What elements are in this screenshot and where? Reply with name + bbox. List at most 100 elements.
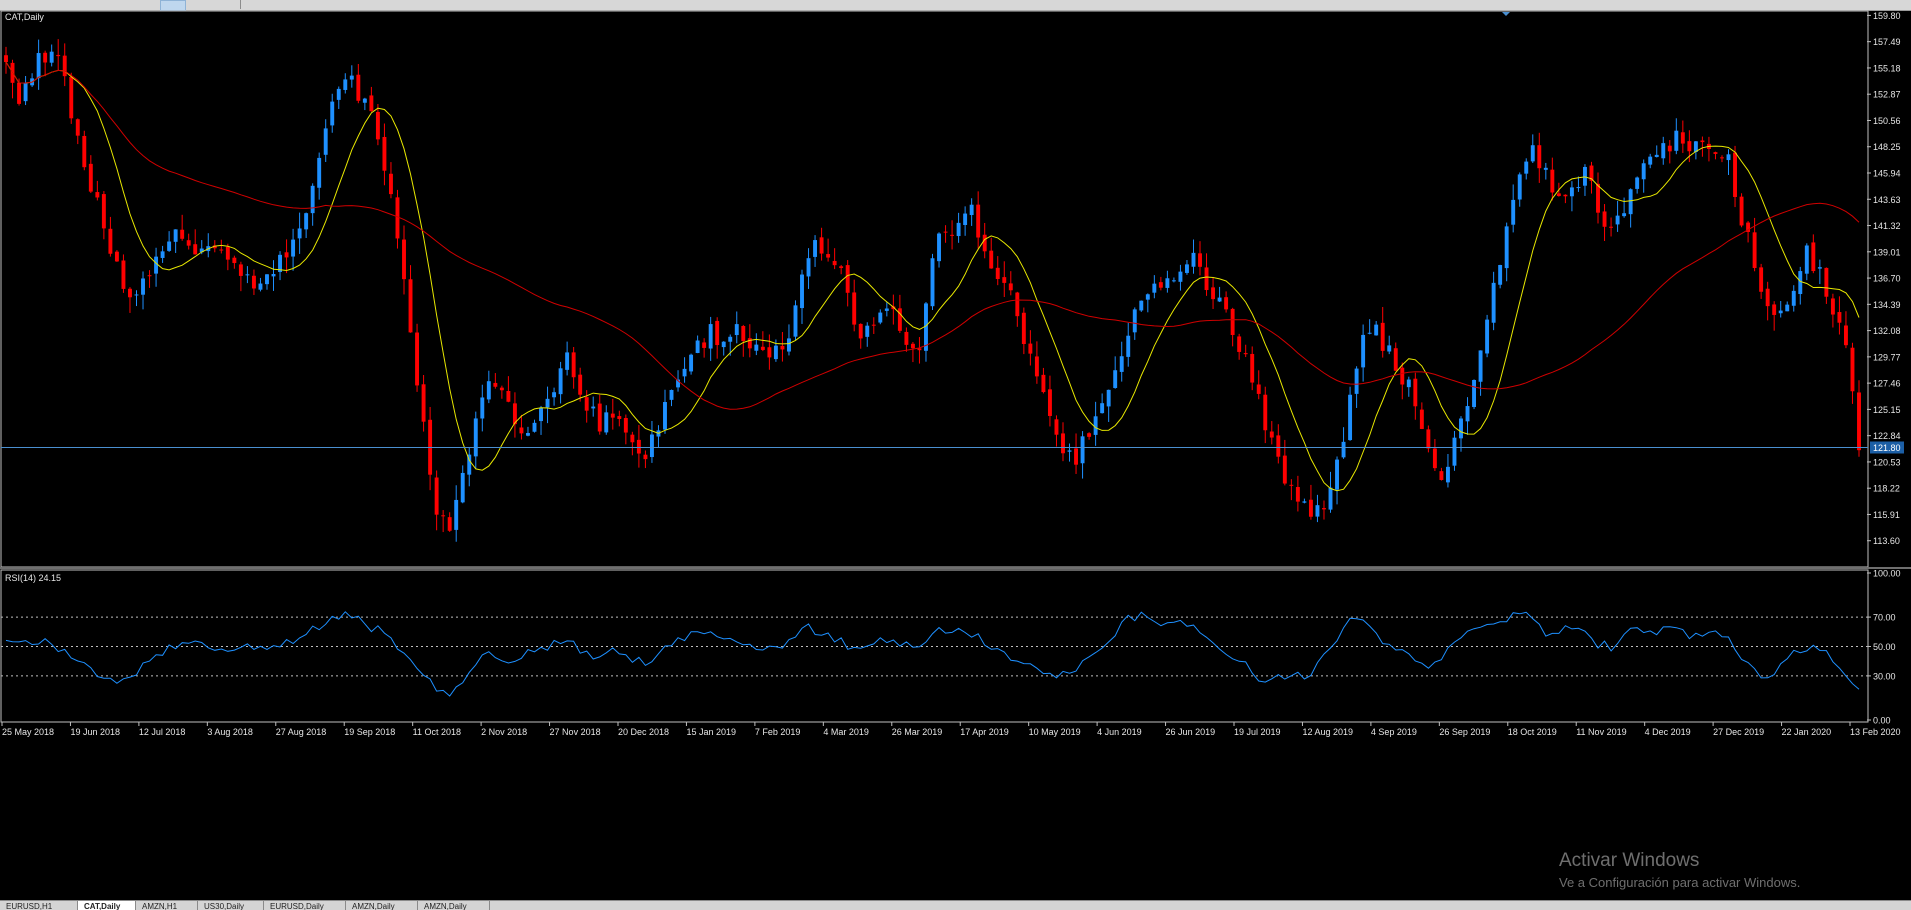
- candle-body[interactable]: [702, 342, 707, 348]
- candle-body[interactable]: [1739, 196, 1744, 226]
- candle-body[interactable]: [1524, 161, 1529, 174]
- candle-body[interactable]: [1798, 271, 1803, 295]
- candle-body[interactable]: [1837, 312, 1842, 323]
- candle-body[interactable]: [1106, 389, 1111, 407]
- candle-body[interactable]: [1380, 322, 1385, 351]
- candle-body[interactable]: [1269, 431, 1274, 438]
- candle-body[interactable]: [460, 472, 465, 503]
- candle-body[interactable]: [1393, 348, 1398, 371]
- chart-shift-marker[interactable]: [1502, 12, 1510, 16]
- candle-body[interactable]: [728, 336, 733, 342]
- candle-body[interactable]: [297, 228, 302, 239]
- candle-body[interactable]: [1367, 332, 1372, 334]
- candle-body[interactable]: [1341, 441, 1346, 458]
- candle-body[interactable]: [1237, 336, 1242, 352]
- candle-body[interactable]: [813, 240, 818, 257]
- candle-body[interactable]: [1778, 310, 1783, 314]
- candle-body[interactable]: [95, 192, 100, 198]
- candle-body[interactable]: [1315, 505, 1320, 517]
- candle-body[interactable]: [806, 258, 811, 277]
- candle-body[interactable]: [108, 228, 113, 254]
- candle-body[interactable]: [1185, 264, 1189, 273]
- candle-body[interactable]: [519, 427, 524, 434]
- candle-body[interactable]: [121, 260, 126, 289]
- candle-body[interactable]: [1041, 374, 1046, 393]
- candle-body[interactable]: [225, 246, 230, 260]
- candle-body[interactable]: [937, 233, 941, 262]
- candle-body[interactable]: [167, 241, 172, 251]
- candle-body[interactable]: [649, 434, 654, 458]
- candle-body[interactable]: [343, 79, 348, 90]
- candle-body[interactable]: [128, 288, 132, 298]
- candle-body[interactable]: [982, 234, 987, 252]
- candle-body[interactable]: [258, 283, 263, 290]
- candle-body[interactable]: [852, 292, 857, 325]
- candle-body[interactable]: [1517, 174, 1522, 200]
- candle-body[interactable]: [1445, 466, 1450, 483]
- candle-body[interactable]: [1654, 154, 1659, 158]
- candle-body[interactable]: [682, 368, 687, 377]
- candle-body[interactable]: [1635, 177, 1640, 189]
- candle-body[interactable]: [871, 324, 876, 326]
- candle-body[interactable]: [232, 257, 237, 264]
- candle-body[interactable]: [800, 274, 804, 309]
- candle-body[interactable]: [1641, 163, 1646, 180]
- candle-body[interactable]: [708, 324, 713, 349]
- candle-body[interactable]: [75, 119, 80, 136]
- candle-body[interactable]: [1759, 267, 1764, 292]
- candle-body[interactable]: [689, 354, 694, 372]
- candle-body[interactable]: [36, 53, 41, 79]
- candle-body[interactable]: [349, 75, 354, 80]
- candle-body[interactable]: [480, 397, 485, 419]
- candle-body[interactable]: [1354, 368, 1359, 394]
- candle-body[interactable]: [741, 326, 746, 342]
- candle-body[interactable]: [552, 392, 557, 398]
- candle-body[interactable]: [1811, 242, 1816, 272]
- candle-body[interactable]: [1857, 392, 1861, 451]
- candle-body[interactable]: [1543, 167, 1548, 170]
- candle-body[interactable]: [610, 413, 615, 418]
- candle-body[interactable]: [539, 407, 543, 422]
- candle-body[interactable]: [1563, 194, 1568, 197]
- candle-body[interactable]: [1459, 418, 1463, 439]
- candle-body[interactable]: [1452, 437, 1457, 466]
- candle-body[interactable]: [760, 346, 765, 350]
- candle-body[interactable]: [643, 454, 648, 460]
- candle-body[interactable]: [238, 264, 243, 276]
- candle-body[interactable]: [793, 305, 798, 337]
- candle-body[interactable]: [950, 234, 955, 236]
- candle-body[interactable]: [1772, 304, 1777, 315]
- candle-body[interactable]: [1276, 435, 1281, 457]
- candle-body[interactable]: [486, 381, 491, 400]
- candle-body[interactable]: [754, 344, 759, 351]
- candle-body[interactable]: [1498, 264, 1503, 285]
- candle-body[interactable]: [721, 341, 726, 348]
- candle-body[interactable]: [265, 274, 269, 285]
- candle-body[interactable]: [845, 265, 850, 293]
- candle-body[interactable]: [271, 273, 276, 277]
- candle-body[interactable]: [1028, 343, 1033, 354]
- candle-body[interactable]: [88, 163, 93, 192]
- candle-body[interactable]: [584, 397, 589, 411]
- candle-body[interactable]: [1419, 409, 1424, 429]
- candle-body[interactable]: [1061, 433, 1065, 454]
- candle-body[interactable]: [160, 251, 165, 258]
- candle-body[interactable]: [1132, 309, 1137, 333]
- candle-body[interactable]: [532, 422, 537, 432]
- candle-body[interactable]: [180, 229, 185, 239]
- candle-body[interactable]: [101, 194, 106, 229]
- candle-body[interactable]: [989, 250, 994, 269]
- candle-body[interactable]: [1204, 267, 1209, 291]
- candle-body[interactable]: [1087, 433, 1092, 437]
- candle-body[interactable]: [1439, 471, 1444, 480]
- candle-body[interactable]: [565, 352, 570, 370]
- candle-body[interactable]: [930, 258, 935, 307]
- candle-body[interactable]: [1569, 187, 1574, 197]
- candle-body[interactable]: [1850, 347, 1855, 392]
- candle-body[interactable]: [1804, 245, 1809, 274]
- candle-body[interactable]: [558, 368, 563, 395]
- candle-body[interactable]: [1622, 213, 1627, 217]
- candle-body[interactable]: [421, 384, 426, 422]
- candle-body[interactable]: [1021, 312, 1026, 345]
- candle-body[interactable]: [1556, 193, 1561, 197]
